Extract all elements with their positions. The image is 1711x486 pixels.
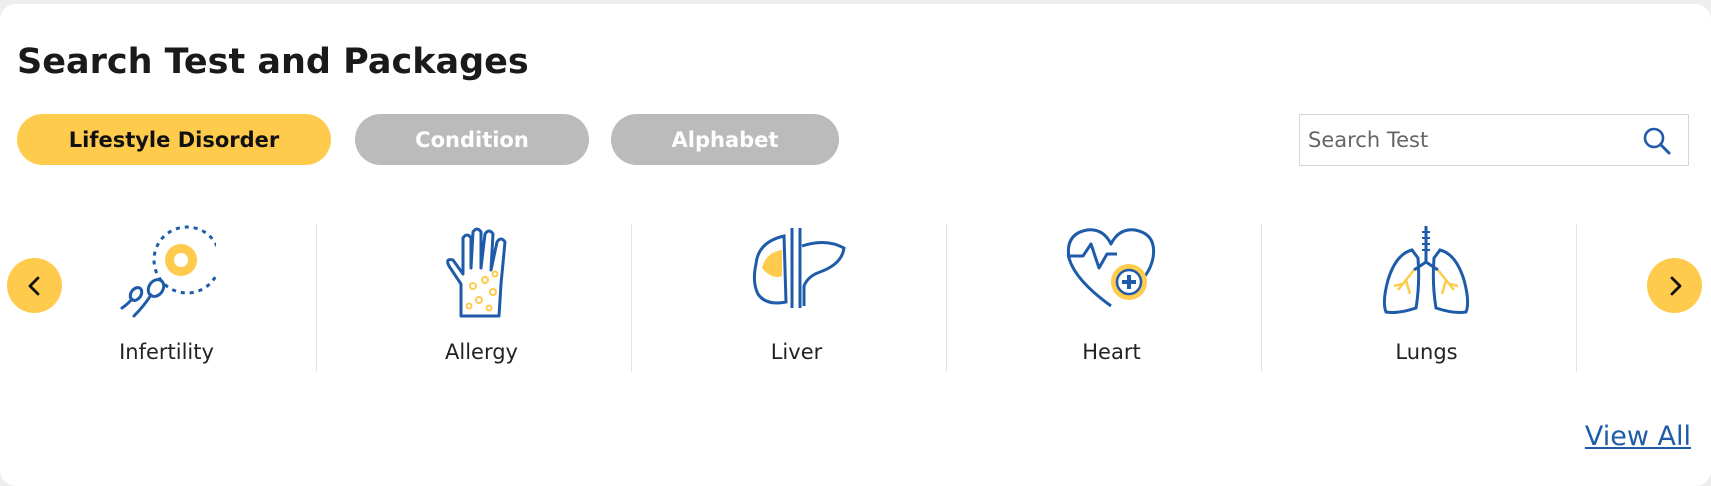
category-item-heart[interactable]: Heart bbox=[954, 224, 1269, 372]
tab-alphabet[interactable]: Alphabet bbox=[611, 114, 839, 165]
search-tests-card: Search Test and Packages Lifestyle Disor… bbox=[0, 4, 1711, 486]
heart-icon bbox=[1066, 228, 1156, 308]
category-item-liver[interactable]: Liver bbox=[639, 224, 954, 372]
category-label: Lungs bbox=[1395, 340, 1458, 364]
divider bbox=[1261, 224, 1262, 372]
divider bbox=[1576, 224, 1577, 372]
search-box bbox=[1299, 114, 1689, 166]
category-label: Heart bbox=[1082, 340, 1141, 364]
category-label: Infertility bbox=[119, 340, 214, 364]
divider bbox=[316, 224, 317, 372]
search-input[interactable] bbox=[1300, 115, 1630, 165]
category-label: Allergy bbox=[445, 340, 518, 364]
category-carousel: Infertility Allergy Liver Heart Lungs bbox=[0, 224, 1711, 372]
category-label: Liver bbox=[770, 340, 823, 364]
liver-icon bbox=[752, 228, 846, 308]
infertility-icon bbox=[120, 225, 216, 318]
tab-lifestyle-disorder[interactable]: Lifestyle Disorder bbox=[17, 114, 331, 165]
allergy-icon bbox=[446, 227, 507, 318]
tab-condition[interactable]: Condition bbox=[355, 114, 589, 165]
lungs-icon bbox=[1382, 226, 1470, 314]
category-item-infertility[interactable]: Infertility bbox=[9, 224, 324, 372]
view-all-link[interactable]: View All bbox=[1585, 421, 1691, 452]
search-icon[interactable] bbox=[1642, 126, 1672, 156]
divider bbox=[946, 224, 947, 372]
category-item-lungs[interactable]: Lungs bbox=[1269, 224, 1584, 372]
section-title: Search Test and Packages bbox=[17, 42, 529, 82]
divider bbox=[631, 224, 632, 372]
category-item-allergy[interactable]: Allergy bbox=[324, 224, 639, 372]
